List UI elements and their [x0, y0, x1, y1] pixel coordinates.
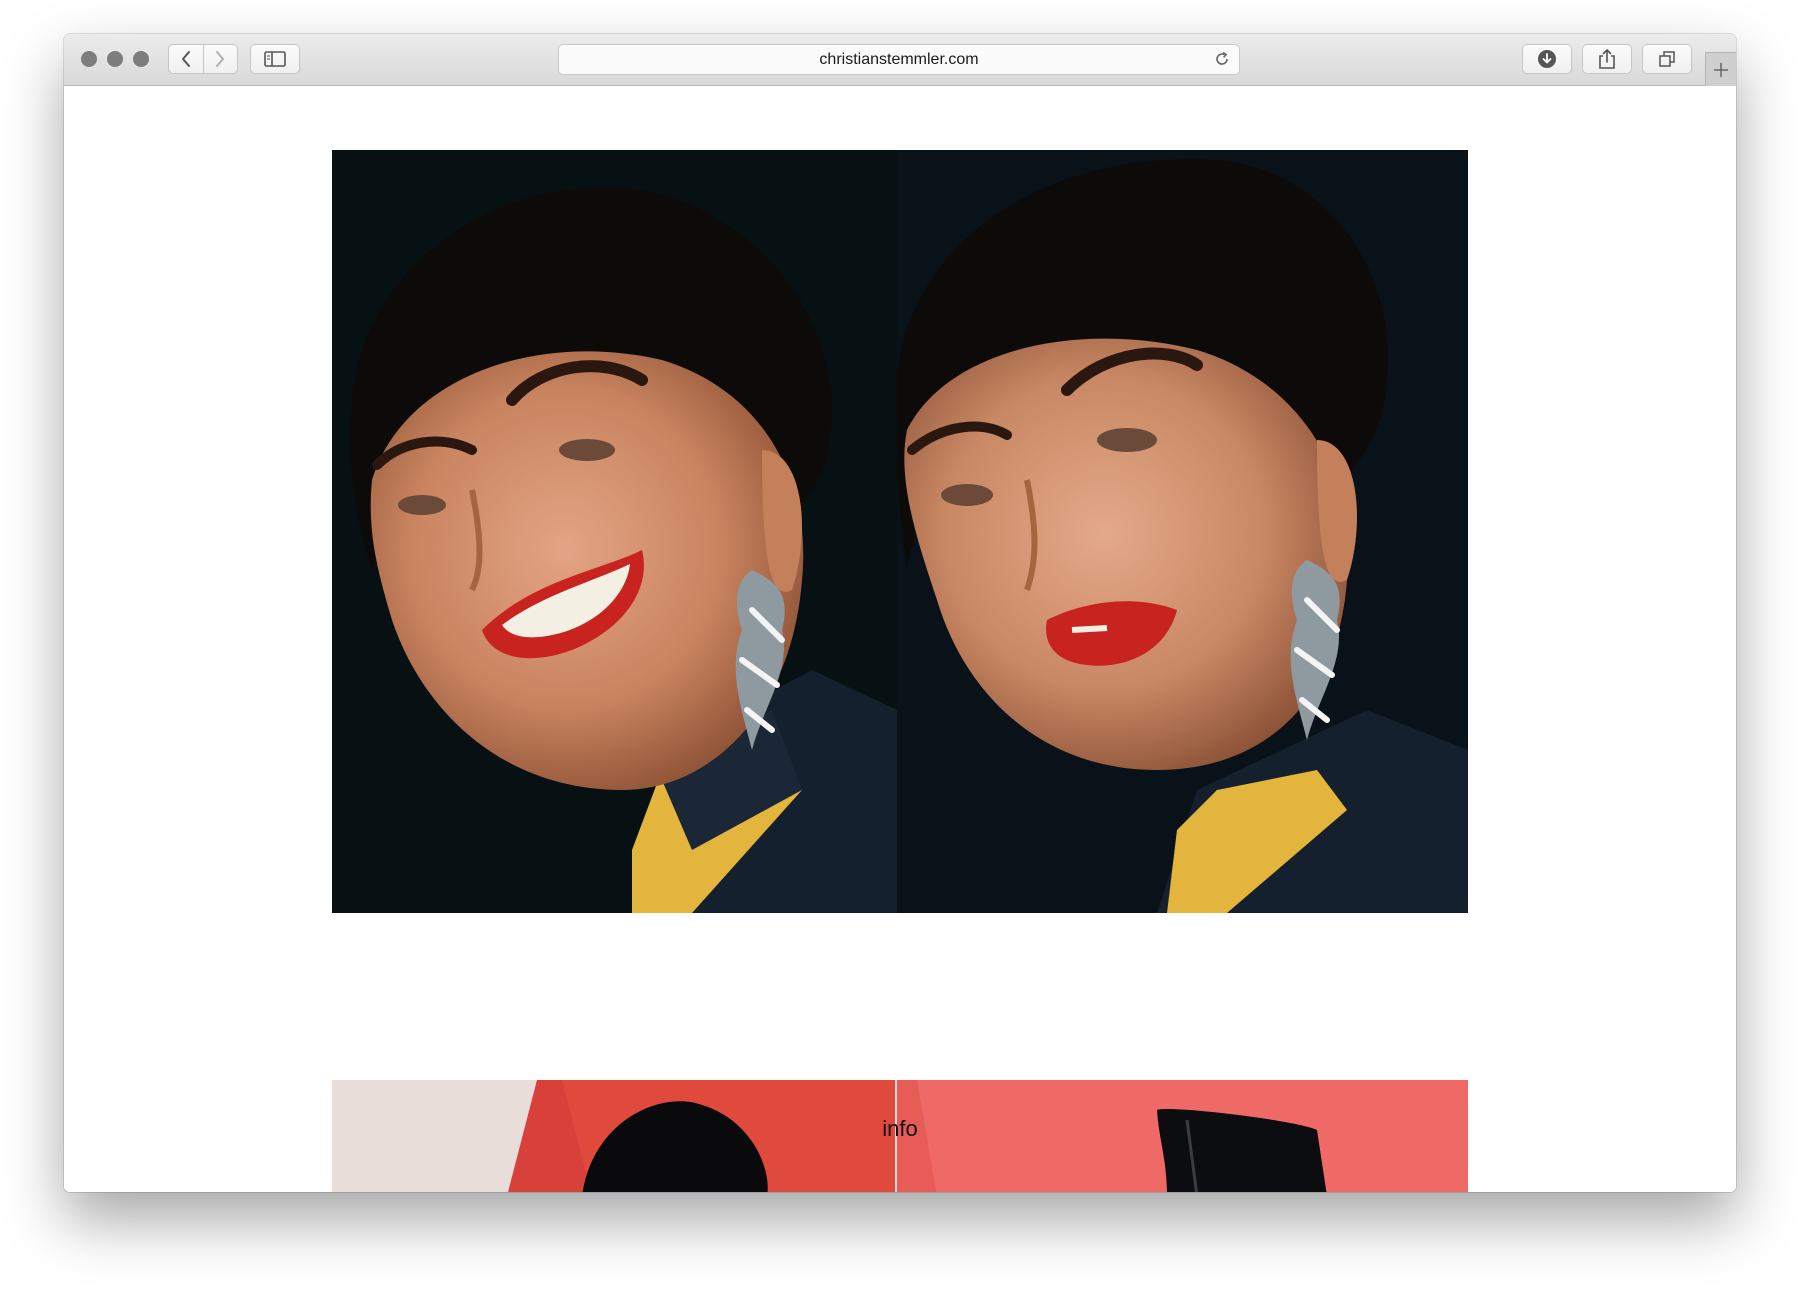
browser-window: christianstemmler.com info [64, 34, 1736, 1192]
reload-icon[interactable] [1213, 50, 1231, 68]
portrait-pout-photo [897, 150, 1468, 913]
new-tab-icon [1714, 62, 1728, 77]
downloads-button[interactable] [1522, 44, 1572, 74]
page-content: info [64, 86, 1736, 1192]
zoom-icon[interactable] [133, 51, 149, 67]
info-link[interactable]: info [64, 1116, 1736, 1142]
new-tab-button[interactable] [1705, 52, 1736, 86]
sidebar-button[interactable] [250, 44, 300, 74]
sidebar-icon [264, 51, 286, 67]
close-icon[interactable] [81, 51, 97, 67]
back-button[interactable] [169, 45, 203, 73]
share-button[interactable] [1582, 44, 1632, 74]
url-text: christianstemmler.com [819, 51, 979, 68]
minimize-icon[interactable] [107, 51, 123, 67]
portrait-grin-photo [332, 150, 897, 913]
browser-toolbar: christianstemmler.com [64, 34, 1736, 86]
navigation-buttons [168, 44, 238, 74]
address-bar[interactable]: christianstemmler.com [558, 44, 1240, 75]
share-icon [1599, 49, 1615, 69]
back-icon [181, 51, 190, 67]
forward-icon [216, 51, 225, 67]
forward-button[interactable] [202, 45, 238, 73]
tabs-icon [1659, 51, 1675, 67]
download-icon [1538, 50, 1556, 68]
portrait-diptych[interactable] [332, 150, 1468, 913]
tabs-button[interactable] [1642, 44, 1692, 74]
